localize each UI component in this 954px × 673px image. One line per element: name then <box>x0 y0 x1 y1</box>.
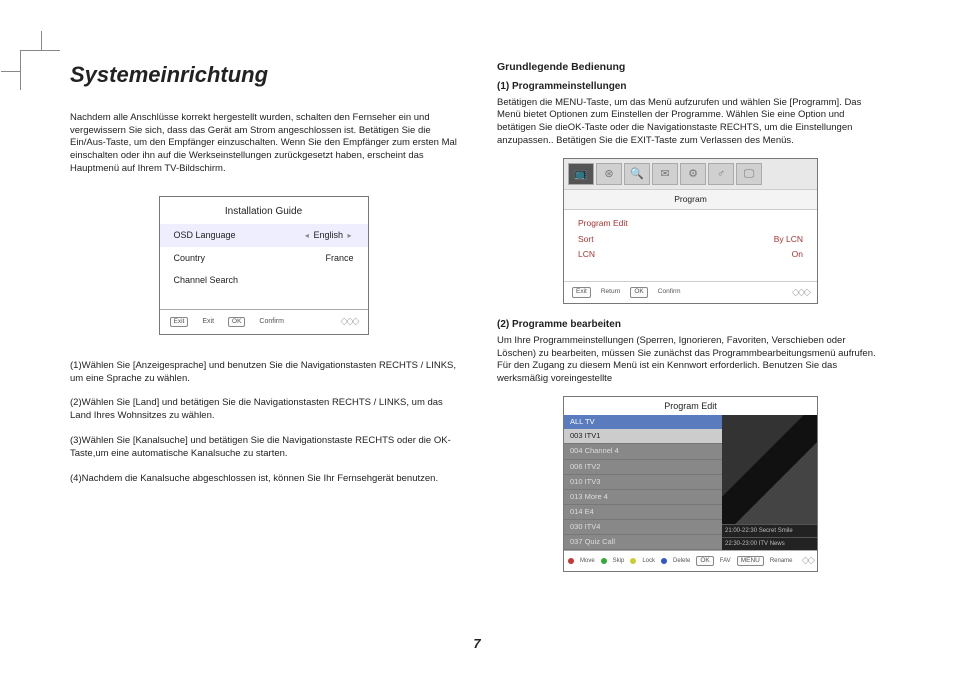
program-edit-footer: Move Skip Lock Delete OKFAV MENURename ◇… <box>564 550 817 571</box>
step-4: (4)Nachdem die Kanalsuche abgeschlossen … <box>70 473 457 486</box>
channel-tab: ALL TV <box>564 415 722 429</box>
osd-value: ◂ English ▸ <box>303 229 354 242</box>
left-column: Systemeinrichtung Nachdem alle Anschlüss… <box>70 60 457 578</box>
menu-item-sort: SortBy LCN <box>578 232 803 247</box>
confirm-label: Confirm <box>658 288 681 297</box>
channel-row: 006 ITV2 <box>564 460 722 475</box>
osd-row-country: Country France <box>160 247 368 269</box>
osd-value: France <box>325 252 353 264</box>
menu-button-icon: MENU <box>737 556 764 567</box>
display-icon: 🖵 <box>736 163 762 185</box>
tv-icon: 📺 <box>568 163 594 185</box>
channel-row: 010 ITV3 <box>564 475 722 490</box>
channel-row: 003 ITV1 <box>564 429 722 444</box>
exit-button-icon: Exit <box>170 317 189 328</box>
gear-icon: ⚙ <box>680 163 706 185</box>
osd-label: Channel Search <box>174 274 239 286</box>
blue-dot-icon <box>661 558 667 564</box>
epg-line: 22:30-23:00 ITV News <box>722 537 817 550</box>
arrow-left-icon: ◂ <box>303 231 311 240</box>
exit-button-icon: Exit <box>572 287 591 298</box>
step-2: (2)Wählen Sie [Land] und betätigen Sie d… <box>70 397 457 423</box>
exit-label: Exit <box>202 317 214 326</box>
green-dot-icon <box>601 558 607 564</box>
yellow-dot-icon <box>630 558 636 564</box>
mail-icon: ✉ <box>652 163 678 185</box>
channel-row: 013 More 4 <box>564 490 722 505</box>
subsection-1-text: Betätigen die MENU-Taste, um das Menü au… <box>497 97 884 148</box>
epg-line: 21:00-22:30 Secret Smile <box>722 524 817 537</box>
channel-row: 030 ITV4 <box>564 520 722 535</box>
section-heading: Grundlegende Bedienung <box>497 60 884 74</box>
subsection-2-title: (2) Programme bearbeiten <box>497 318 884 332</box>
ok-button-icon: OK <box>228 317 245 328</box>
intro-paragraph: Nachdem alle Anschlüsse korrekt hergeste… <box>70 112 457 176</box>
menu-item-program-edit: Program Edit <box>578 216 803 231</box>
menu-item-lcn: LCNOn <box>578 247 803 262</box>
confirm-label: Confirm <box>259 317 284 326</box>
right-column: Grundlegende Bedienung (1) Programmeinst… <box>497 60 884 578</box>
arrow-right-icon: ▸ <box>345 231 353 240</box>
dpad-icon: ◇◇ <box>802 554 813 568</box>
osd-footer: Exit Exit OK Confirm ◇◇◇ <box>160 309 368 334</box>
step-1: (1)Wählen Sie [Anzeigesprache] und benut… <box>70 360 457 386</box>
channel-row: 037 Quiz Call <box>564 535 722 550</box>
osd-row-language: OSD Language ◂ English ▸ <box>160 224 368 247</box>
page-title: Systemeinrichtung <box>70 60 457 90</box>
channel-list: ALL TV 003 ITV1 004 Channel 4 006 ITV2 0… <box>564 415 722 550</box>
osd-title: Installation Guide <box>160 197 368 225</box>
step-3: (3)Wählen Sie [Kanalsuche] und betätigen… <box>70 435 457 461</box>
program-edit-osd: Program Edit ALL TV 003 ITV1 004 Channel… <box>563 396 818 572</box>
dpad-icon: ◇◇◇ <box>340 315 357 329</box>
preview-image <box>722 415 817 524</box>
osd-label: Country <box>174 252 206 264</box>
program-menu-osd: 📺 ⊛ 🔍 ✉ ⚙ ♂ 🖵 Program Program Edit SortB… <box>563 158 818 304</box>
osd-row-channel-search: Channel Search <box>160 269 368 291</box>
menu-icon-bar: 📺 ⊛ 🔍 ✉ ⚙ ♂ 🖵 <box>564 159 817 189</box>
movie-icon: ⊛ <box>596 163 622 185</box>
subsection-2-text: Um Ihre Programmeinstellungen (Sperren, … <box>497 335 884 386</box>
ok-button-icon: OK <box>696 556 713 567</box>
installation-guide-osd: Installation Guide OSD Language ◂ Englis… <box>159 196 369 335</box>
dpad-icon: ◇◇◇ <box>792 286 809 300</box>
ok-button-icon: OK <box>630 287 647 298</box>
page-number: 7 <box>473 636 480 651</box>
channel-row: 014 E4 <box>564 505 722 520</box>
menu-heading: Program <box>564 189 817 210</box>
channel-row: 004 Channel 4 <box>564 444 722 459</box>
subsection-1-title: (1) Programmeinstellungen <box>497 80 884 94</box>
menu-footer: Exit Return OK Confirm ◇◇◇ <box>564 281 817 304</box>
osd-label: OSD Language <box>174 229 236 242</box>
search-icon: 🔍 <box>624 163 650 185</box>
crop-mark-top-left <box>20 50 60 90</box>
preview-pane: 21:00-22:30 Secret Smile 22:30-23:00 ITV… <box>722 415 817 550</box>
red-dot-icon <box>568 558 574 564</box>
program-edit-title: Program Edit <box>564 397 817 415</box>
misc-icon: ♂ <box>708 163 734 185</box>
return-label: Return <box>601 288 621 297</box>
